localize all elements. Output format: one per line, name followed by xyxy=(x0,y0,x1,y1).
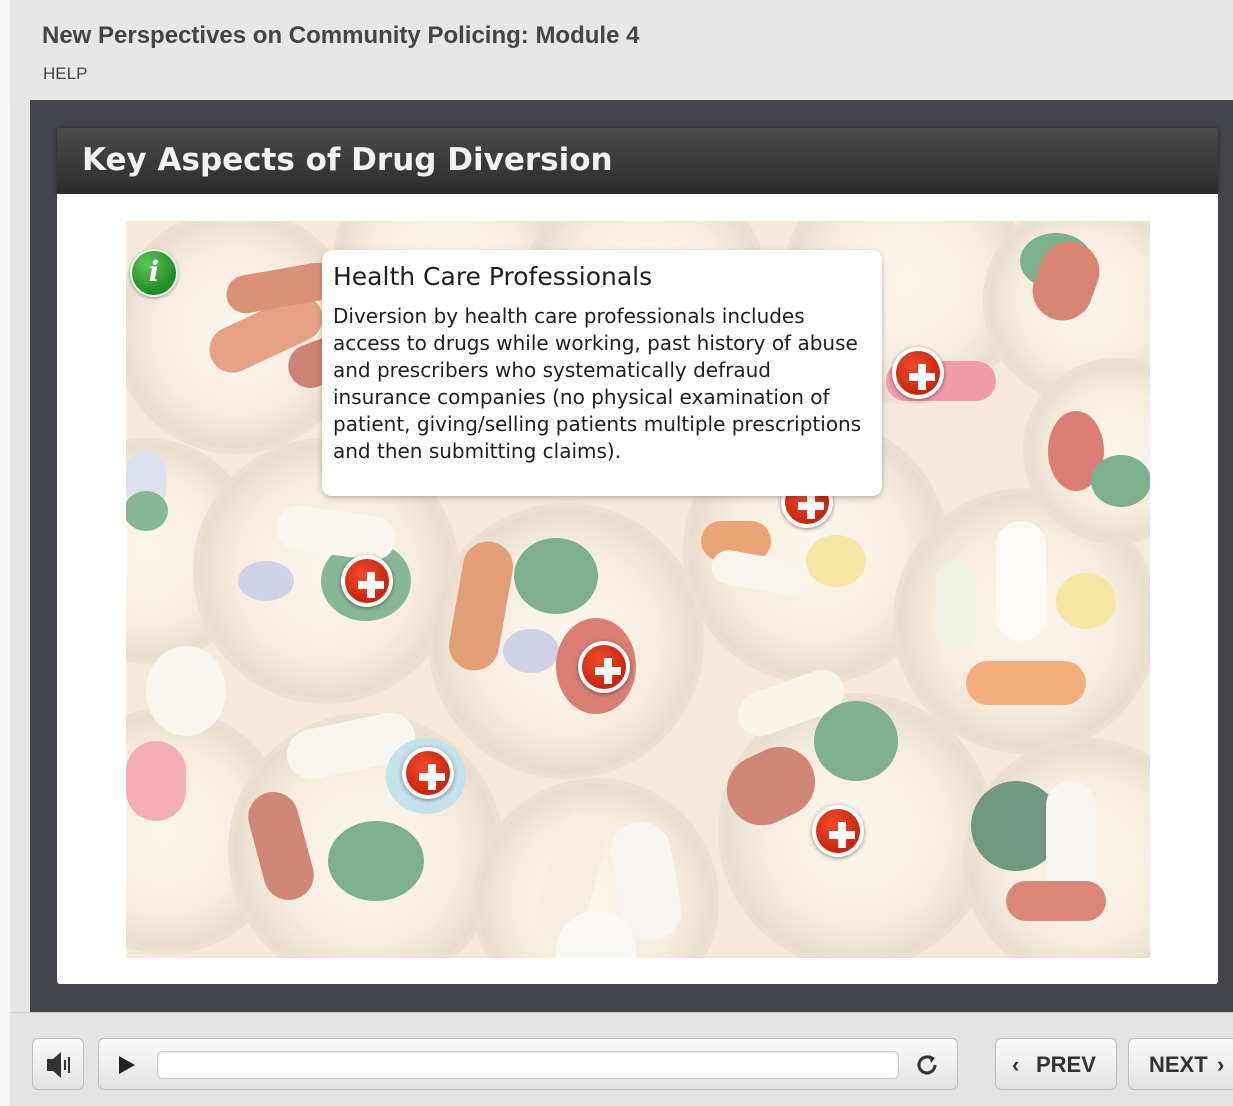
replay-icon[interactable] xyxy=(913,1051,941,1079)
hotspot-plus-button-1[interactable] xyxy=(892,347,944,399)
slide-title-bar: Key Aspects of Drug Diversion xyxy=(57,128,1218,194)
next-label: NEXT xyxy=(1149,1052,1208,1077)
hotspot-plus-button-3[interactable] xyxy=(341,555,393,607)
info-popup: Health Care Professionals Diversion by h… xyxy=(322,250,882,496)
progress-bar[interactable] xyxy=(157,1051,899,1079)
playback-controls xyxy=(98,1038,958,1090)
popup-text: Diversion by health care professionals i… xyxy=(333,304,862,463)
speaker-icon xyxy=(47,1052,70,1078)
app-header: New Perspectives on Community Policing: … xyxy=(10,0,1233,100)
volume-button[interactable] xyxy=(32,1038,84,1090)
chevron-right-icon: › xyxy=(1217,1052,1225,1077)
slide-title: Key Aspects of Drug Diversion xyxy=(82,142,613,178)
play-icon[interactable] xyxy=(119,1056,135,1074)
chevron-left-icon: ‹ xyxy=(1012,1052,1020,1077)
help-link[interactable]: HELP xyxy=(43,64,87,84)
info-icon[interactable]: i xyxy=(130,249,178,297)
hotspot-plus-button-6[interactable] xyxy=(812,805,864,857)
plus-icon xyxy=(406,751,450,795)
hotspot-plus-button-4[interactable] xyxy=(578,641,630,693)
plus-icon xyxy=(582,645,626,689)
prev-label: PREV xyxy=(1036,1052,1096,1077)
popup-title: Health Care Professionals xyxy=(333,262,653,291)
plus-icon xyxy=(816,809,860,853)
player-control-bar: ‹ PREV NEXT › xyxy=(10,1012,1233,1106)
prev-button[interactable]: ‹ PREV xyxy=(995,1038,1117,1090)
plus-icon xyxy=(345,559,389,603)
left-edge-strip xyxy=(0,0,10,1106)
course-title: New Perspectives on Community Policing: … xyxy=(42,22,640,49)
plus-icon xyxy=(896,351,940,395)
hotspot-plus-button-5[interactable] xyxy=(402,747,454,799)
next-button[interactable]: NEXT › xyxy=(1128,1038,1233,1090)
